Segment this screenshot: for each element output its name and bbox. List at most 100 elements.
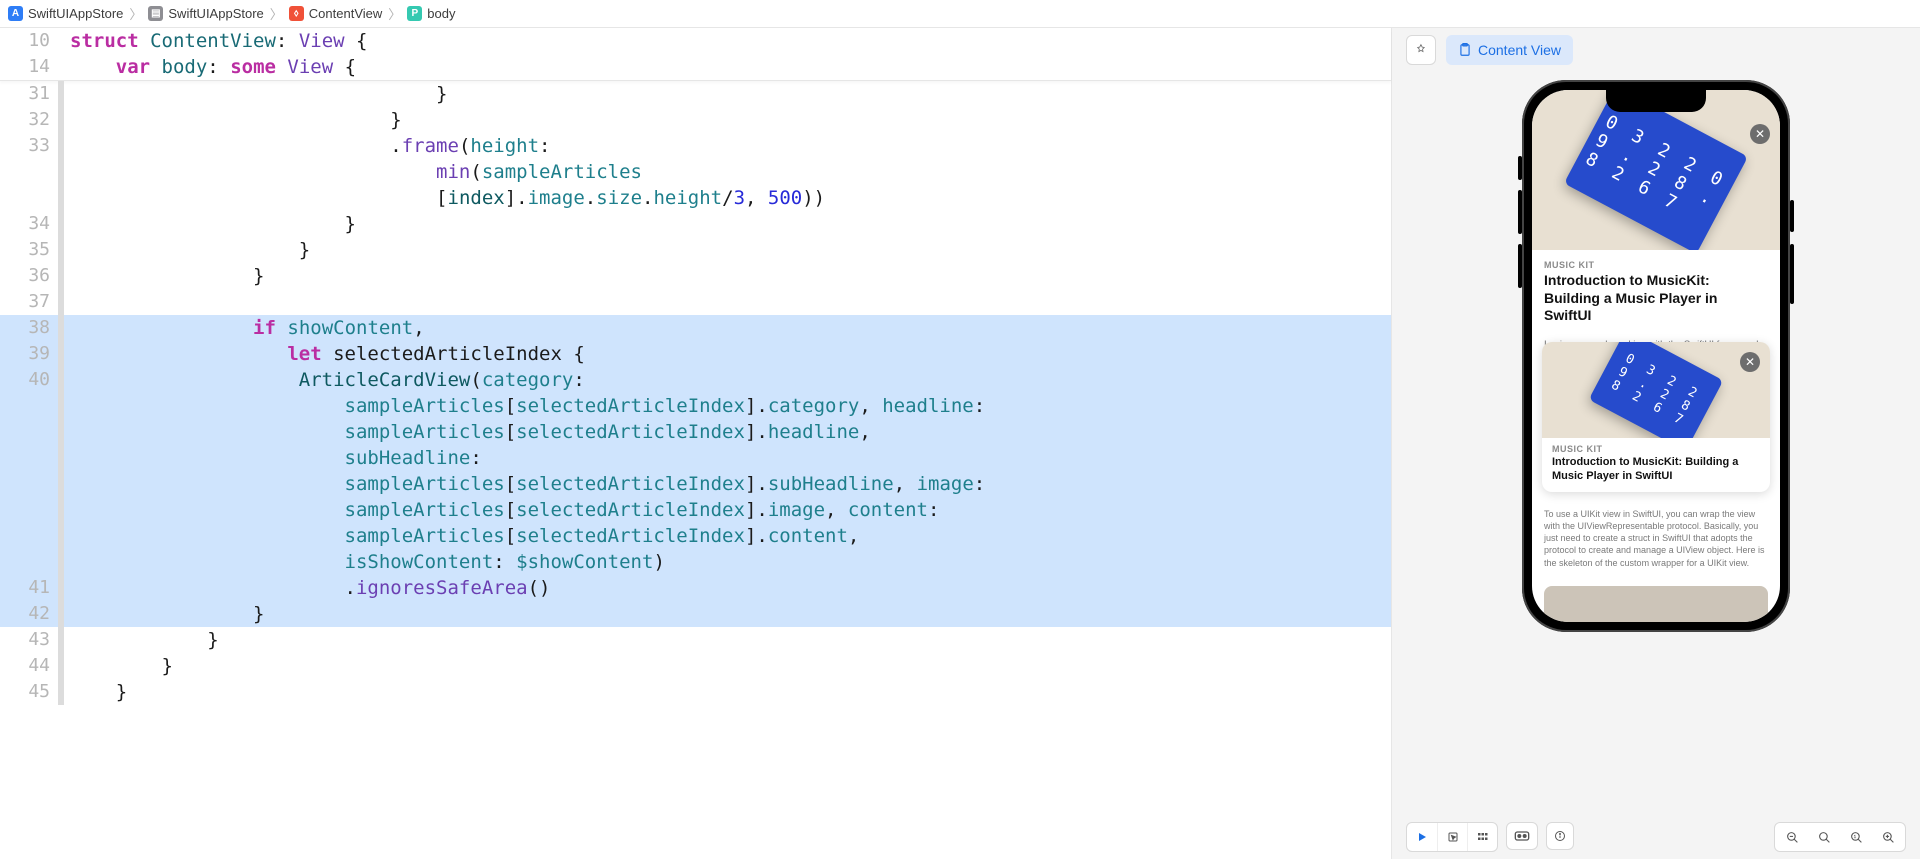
code-line[interactable]: 40 ArticleCardView(category:: [0, 367, 1391, 393]
code-line[interactable]: 41 .ignoresSafeArea(): [0, 575, 1391, 601]
main-split: 10 struct ContentView: View { 14 var bod…: [0, 28, 1920, 859]
zoom-in-icon: [1882, 831, 1895, 844]
zoom-out-icon: [1786, 831, 1799, 844]
code-line[interactable]: [index].image.size.height/3, 500)): [0, 185, 1391, 211]
appstore-icon: A: [8, 6, 23, 21]
play-icon: [1416, 831, 1428, 843]
zoom-in-button[interactable]: [1875, 823, 1901, 851]
code-content: sampleArticles[selectedArticleIndex].hea…: [64, 419, 1391, 445]
line-number: 32: [0, 107, 64, 133]
code-content: }: [64, 263, 1391, 289]
property-icon: P: [407, 6, 422, 21]
code-line[interactable]: 33 .frame(height:: [0, 133, 1391, 159]
code-content: }: [64, 237, 1391, 263]
code-line[interactable]: sampleArticles[selectedArticleIndex].cat…: [0, 393, 1391, 419]
preview-view-chip[interactable]: Content View: [1446, 35, 1573, 65]
cursor-rect-icon: [1447, 831, 1459, 843]
line-number: [0, 393, 64, 419]
article-category: MUSIC KIT: [1552, 444, 1760, 454]
zoom-control-group: 1: [1774, 822, 1906, 852]
grid-icon: [1476, 831, 1490, 843]
zoom-100-button[interactable]: 1: [1843, 823, 1869, 851]
preview-content: 0 3 2 2 09 . 2 8 .8 2 6 7 ✕ MUSIC KIT In…: [1532, 90, 1780, 622]
code-line[interactable]: 37: [0, 289, 1391, 315]
code-line[interactable]: subHeadline:: [0, 445, 1391, 471]
code-content: }: [64, 627, 1391, 653]
zoom-fit-button[interactable]: [1811, 823, 1837, 851]
line-number: 35: [0, 237, 64, 263]
line-number: [0, 549, 64, 575]
code-line[interactable]: 10 struct ContentView: View {: [0, 28, 1391, 54]
code-content: }: [64, 601, 1391, 627]
pinned-lines: 10 struct ContentView: View { 14 var bod…: [0, 28, 1391, 81]
swift-icon: ⬨: [289, 6, 304, 21]
code-content: .ignoresSafeArea(): [64, 575, 1391, 601]
code-content: }: [64, 211, 1391, 237]
line-number: 37: [0, 289, 64, 315]
line-number: [0, 445, 64, 471]
code-content: }: [64, 653, 1391, 679]
line-number: 40: [0, 367, 64, 393]
breadcrumb-file-label: ContentView: [309, 6, 382, 21]
zoom-actual-icon: 1: [1850, 831, 1863, 844]
code-content: var body: some View {: [64, 54, 1391, 80]
code-line[interactable]: 43 }: [0, 627, 1391, 653]
code-line[interactable]: 34 }: [0, 211, 1391, 237]
code-line[interactable]: 39 let selectedArticleIndex {: [0, 341, 1391, 367]
code-line[interactable]: 44 }: [0, 653, 1391, 679]
code-content: sampleArticles[selectedArticleIndex].cat…: [64, 393, 1391, 419]
article-headline: Introduction to MusicKit: Building a Mus…: [1552, 456, 1760, 484]
breadcrumb-folder-label: SwiftUIAppStore: [168, 6, 263, 21]
code-line[interactable]: 35 }: [0, 237, 1391, 263]
line-number: 14: [0, 54, 64, 80]
device-settings-icon: [1514, 830, 1530, 842]
device-settings-button[interactable]: [1506, 822, 1538, 850]
zoom-out-button[interactable]: [1779, 823, 1805, 851]
side-button-icon: [1790, 244, 1794, 304]
variants-preview-button[interactable]: [1467, 823, 1497, 851]
pin-button[interactable]: [1406, 35, 1436, 65]
overlay-article-card[interactable]: 0 3 2 29 . 2 88 2 6 7 ✕ MUSIC KIT Introd…: [1542, 342, 1770, 492]
article-header: MUSIC KIT Introduction to MusicKit: Buil…: [1532, 250, 1780, 333]
close-button[interactable]: ✕: [1740, 352, 1760, 372]
code-line[interactable]: sampleArticles[selectedArticleIndex].con…: [0, 523, 1391, 549]
code-line[interactable]: sampleArticles[selectedArticleIndex].ima…: [0, 497, 1391, 523]
chevron-icon: 〉: [270, 4, 283, 23]
breadcrumb-file[interactable]: ⬨ ContentView: [289, 6, 382, 21]
live-preview-button[interactable]: [1407, 823, 1437, 851]
article-headline: Introduction to MusicKit: Building a Mus…: [1544, 272, 1768, 325]
line-number: 43: [0, 627, 64, 653]
code-line[interactable]: isShowContent: $showContent): [0, 549, 1391, 575]
code-line[interactable]: 32 }: [0, 107, 1391, 133]
code-line[interactable]: 38 if showContent,: [0, 315, 1391, 341]
side-button-icon: [1518, 244, 1522, 288]
iphone-screen[interactable]: 0 3 2 2 09 . 2 8 .8 2 6 7 ✕ MUSIC KIT In…: [1532, 90, 1780, 622]
article-category: MUSIC KIT: [1544, 260, 1768, 270]
code-line[interactable]: 31 }: [0, 81, 1391, 107]
chevron-icon: 〉: [388, 4, 401, 23]
breadcrumb-symbol[interactable]: P body: [407, 6, 455, 21]
article-paragraph: To use a UIKit view in SwiftUI, you can …: [1544, 508, 1768, 569]
code-line[interactable]: sampleArticles[selectedArticleIndex].hea…: [0, 419, 1391, 445]
line-number: 10: [0, 28, 64, 54]
code-line[interactable]: min(sampleArticles: [0, 159, 1391, 185]
code-content: [index].image.size.height/3, 500)): [64, 185, 1391, 211]
preview-on-device-button[interactable]: [1546, 822, 1574, 850]
line-number: 33: [0, 133, 64, 159]
code-line[interactable]: 14 var body: some View {: [0, 54, 1391, 80]
line-number: 34: [0, 211, 64, 237]
breadcrumb-project[interactable]: A SwiftUIAppStore: [8, 6, 123, 21]
breadcrumb-folder[interactable]: ▤ SwiftUIAppStore: [148, 6, 263, 21]
code-line[interactable]: 42 }: [0, 601, 1391, 627]
code-body[interactable]: 31 }32 }33 .frame(height: min(sampleArti…: [0, 81, 1391, 859]
line-number: [0, 419, 64, 445]
code-line[interactable]: 36 }: [0, 263, 1391, 289]
selectable-preview-button[interactable]: [1437, 823, 1467, 851]
svg-text:1: 1: [1853, 834, 1856, 839]
close-button[interactable]: ✕: [1750, 124, 1770, 144]
code-line[interactable]: 45 }: [0, 679, 1391, 705]
code-content: if showContent,: [64, 315, 1391, 341]
code-line[interactable]: sampleArticles[selectedArticleIndex].sub…: [0, 471, 1391, 497]
close-icon: ✕: [1745, 355, 1755, 369]
line-number: 36: [0, 263, 64, 289]
